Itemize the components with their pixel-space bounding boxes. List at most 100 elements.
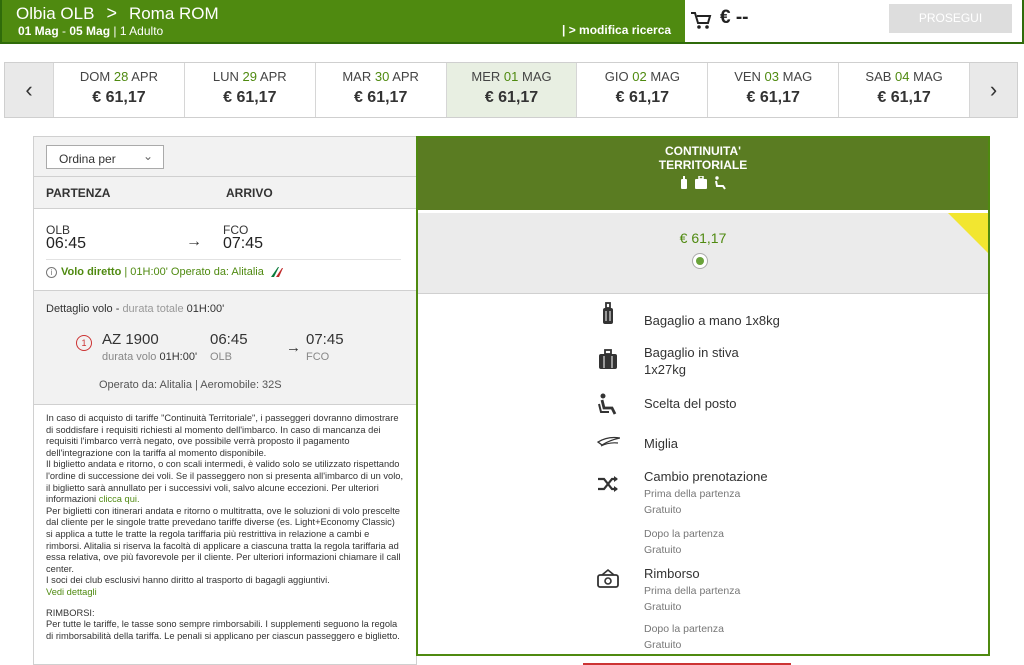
day-num: 04: [895, 69, 910, 84]
flight-detail: Dettaglio volo - durata totale 01H:00' 1…: [34, 291, 416, 405]
sort-label: Ordina per: [59, 152, 116, 166]
total-duration-label: durata totale: [122, 303, 187, 315]
day-price: € 61,17: [877, 89, 931, 106]
prosegui-button[interactable]: PROSEGUI: [889, 4, 1012, 33]
flight-row[interactable]: OLB 06:45 → FCO 07:45 i Volo diretto | 01…: [34, 209, 416, 291]
passenger-count: | 1 Adulto: [110, 24, 164, 38]
checked-bag-icon: [695, 175, 707, 189]
day-dow: LUN: [212, 69, 239, 84]
feature-sub: Prima della partenza: [644, 488, 741, 500]
day-month: APR: [259, 69, 287, 84]
cart-box: € -- PROSEGUI: [685, 0, 1022, 42]
day-tab[interactable]: SAB 04 MAG € 61,17: [838, 63, 969, 117]
day-price: € 61,17: [615, 89, 670, 106]
modify-search-link[interactable]: | > modifica ricerca: [562, 23, 671, 37]
departure-time: 06:45: [210, 331, 248, 348]
flight-duration: durata volo 01H:00': [102, 351, 197, 363]
day-price: € 61,17: [484, 89, 539, 106]
fare-card: CONTINUITA' TERRITORIALE € 61,17 Bagagli…: [416, 136, 990, 656]
feature-label: Rimborso: [644, 566, 700, 581]
arrow-right-icon: →: [286, 339, 301, 356]
departure-code: OLB: [210, 351, 233, 363]
seat-icon: [715, 176, 727, 190]
alitalia-logo-icon: [270, 267, 283, 278]
day-dow: GIO: [604, 69, 629, 84]
fare-radio-selected[interactable]: [692, 253, 708, 269]
day-month: APR: [131, 69, 158, 84]
cart-total: € --: [720, 7, 749, 28]
to-time: 07:45: [223, 235, 264, 252]
fare-name-line1: CONTINUITA': [665, 144, 741, 158]
trip-dates: 01 Mag - 05 Mag | 1 Adulto: [18, 24, 163, 38]
seat-icon: [598, 393, 617, 415]
chevron-down-icon: ⌄: [142, 149, 153, 163]
destination-label: Roma ROM: [128, 4, 219, 23]
day-num: 02: [632, 69, 647, 84]
chevron-left-icon[interactable]: ‹: [5, 63, 53, 117]
feature-label: Cambio prenotazione: [644, 469, 768, 484]
carry-on-bag-icon: [603, 302, 613, 324]
day-month: MAG: [913, 69, 943, 84]
route-arrow-icon: >: [106, 3, 117, 23]
partenza-header: PARTENZA: [46, 186, 111, 200]
flight-duration-value: 01H:00': [159, 351, 198, 363]
terms-paragraph: Il biglietto andata e ritorno, o con sca…: [46, 459, 404, 505]
feature-sub-value: Gratuito: [644, 544, 682, 556]
feature-sub: Dopo la partenza: [644, 623, 724, 635]
origin-label: Olbia OLB: [16, 4, 95, 23]
day-month: MAG: [650, 69, 680, 84]
direct-details: | 01H:00' Operato da: Alitalia: [121, 266, 264, 278]
day-num: 28: [113, 69, 129, 84]
day-num: 01: [503, 69, 519, 84]
column-header: PARTENZA ARRIVO: [34, 177, 416, 209]
day-tab[interactable]: GIO 02 MAG € 61,17: [576, 63, 707, 117]
feature-label: Miglia: [644, 436, 678, 451]
day-dow: SAB: [865, 69, 892, 84]
day-tab[interactable]: VEN 03 MAG € 61,17: [707, 63, 838, 117]
day-dow: MER: [471, 69, 501, 84]
day-tab-selected[interactable]: MER 01 MAG € 61,17: [445, 63, 577, 117]
day-num: 03: [764, 69, 780, 84]
from-time: 06:45: [46, 235, 87, 252]
fare-price: € 61,17: [679, 230, 727, 246]
day-tab[interactable]: MAR 30 APR € 61,17: [314, 63, 446, 117]
checked-bag-icon: [599, 349, 617, 369]
feature-sub-value: Gratuito: [644, 639, 682, 651]
date-end: 05 Mag: [69, 24, 111, 38]
fare-icons: [418, 175, 988, 193]
rimborsi-text: Per tutte le tariffe, le tasse sono semp…: [46, 619, 400, 641]
vedi-dettagli-link[interactable]: Vedi dettagli: [46, 587, 404, 599]
arrow-right-icon: →: [186, 233, 202, 250]
day-dow: VEN: [734, 69, 761, 84]
carry-on-bag-icon: [680, 176, 687, 189]
feature-sub-value: Gratuito: [644, 504, 682, 516]
cart-icon[interactable]: [690, 10, 712, 30]
feature-sub-value: Gratuito: [644, 601, 682, 613]
feature-sub: Prima della partenza: [644, 585, 741, 597]
chevron-right-icon[interactable]: ›: [969, 63, 1018, 117]
segment-number: 1: [76, 335, 92, 351]
day-dow: MAR: [342, 69, 372, 84]
fare-price-box[interactable]: € 61,17: [418, 210, 988, 294]
day-price: € 61,17: [746, 89, 800, 106]
feature-label: Bagaglio in stiva 1x27kg: [644, 344, 739, 378]
date-carousel: ‹ DOM 28 APR € 61,17 LUN 29 APR € 61,17 …: [4, 62, 1018, 118]
feature-label-line2: 1x27kg: [644, 362, 686, 377]
feature-label: Scelta del posto: [644, 396, 737, 411]
terms-paragraph: I soci dei club esclusivi hanno diritto …: [46, 575, 330, 586]
shuffle-icon: [598, 476, 618, 492]
sort-dropdown[interactable]: Ordina per ⌄: [46, 145, 164, 169]
day-num: 29: [242, 69, 258, 84]
terms-paragraph: In caso di acquisto di tariffe "Continui…: [46, 413, 399, 458]
day-num: 30: [374, 69, 390, 84]
day-tab[interactable]: DOM 28 APR € 61,17: [53, 63, 184, 117]
refund-icon: [597, 568, 619, 588]
route-title: Olbia OLB > Roma ROM: [16, 3, 219, 24]
info-icon[interactable]: i: [46, 266, 57, 278]
flight-duration-label: durata volo: [102, 351, 160, 363]
day-price: € 61,17: [92, 89, 146, 106]
day-month: MAG: [782, 69, 813, 84]
day-tab[interactable]: LUN 29 APR € 61,17: [183, 63, 315, 117]
operated-by: Operato da: Alitalia | Aeromobile: 32S: [99, 379, 282, 391]
clicca-qui-link[interactable]: clicca qui.: [99, 494, 140, 504]
